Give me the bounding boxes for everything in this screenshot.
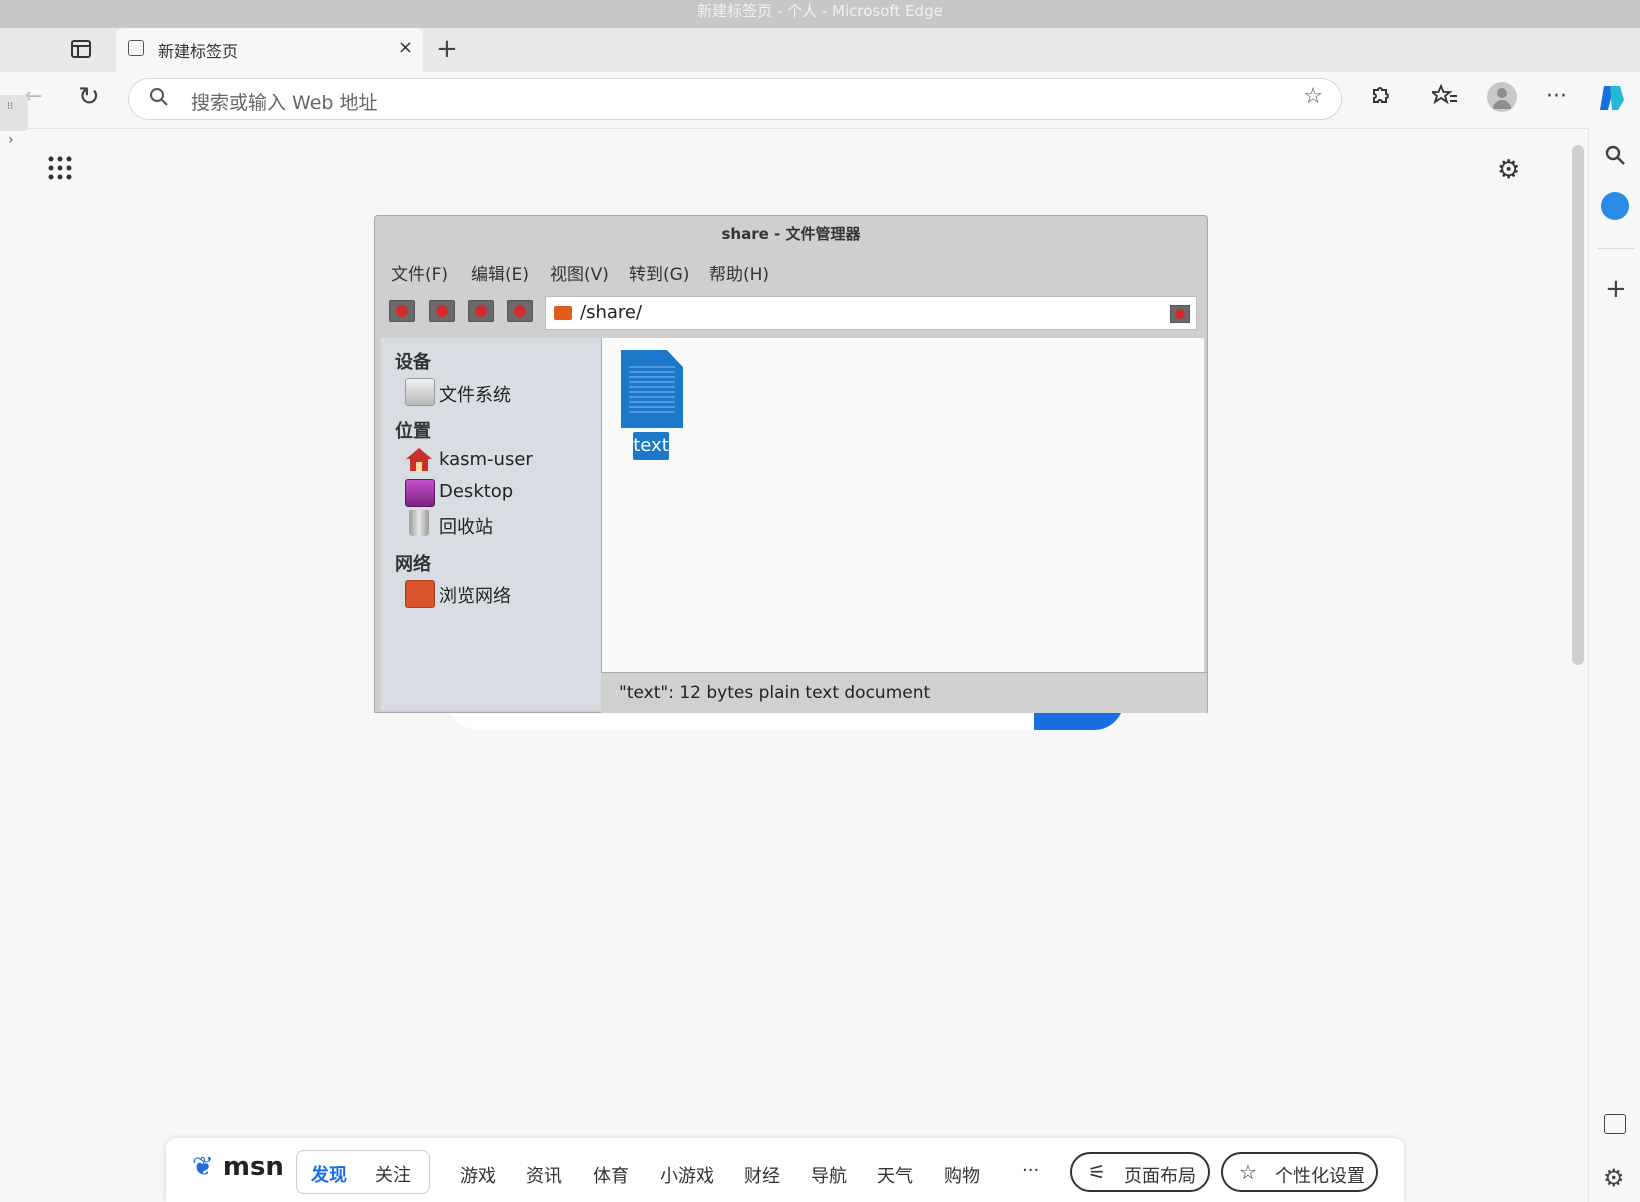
search-icon <box>149 86 169 113</box>
tab-actions-icon[interactable] <box>70 38 102 62</box>
sidebar-item-trash[interactable]: 回收站 <box>439 513 493 539</box>
menu-help[interactable]: 帮助(H) <box>709 260 769 285</box>
menu-view[interactable]: 视图(V) <box>550 260 609 285</box>
menu-edit[interactable]: 编辑(E) <box>471 260 529 285</box>
tab-favicon-icon <box>128 40 144 56</box>
nav-sports[interactable]: 体育 <box>593 1162 629 1188</box>
menu-file[interactable]: 文件(F) <box>391 260 448 285</box>
window-title: 新建标签页 - 个人 - Microsoft Edge <box>0 0 1640 28</box>
page-layout-label: 页面布局 <box>1124 1166 1196 1187</box>
path-text: /share/ <box>580 302 643 323</box>
nav-minigames[interactable]: 小游戏 <box>660 1162 714 1188</box>
drive-icon <box>405 378 435 406</box>
file-manager-window: share - 文件管理器 文件(F) 编辑(E) 视图(V) 转到(G) 帮助… <box>374 215 1208 713</box>
grip-icon: ⁝⁝ <box>7 101 14 112</box>
address-placeholder: 搜索或输入 Web 地址 <box>191 92 378 114</box>
nav-navigation[interactable]: 导航 <box>811 1162 847 1188</box>
path-clear-icon[interactable] <box>1170 305 1190 323</box>
file-manager-title: share - 文件管理器 <box>721 225 861 243</box>
favorite-star-icon[interactable]: ☆ <box>1303 84 1323 109</box>
personalize-button[interactable]: ☆ 个性化设置 <box>1221 1152 1378 1192</box>
network-icon <box>405 580 435 608</box>
menu-go[interactable]: 转到(G) <box>629 260 689 285</box>
home-icon <box>405 446 433 472</box>
sidebar-screenshot-icon[interactable] <box>1604 1114 1626 1134</box>
sidebar-heading-network: 网络 <box>395 554 431 575</box>
sidebar-item-desktop[interactable]: Desktop <box>439 481 513 502</box>
desktop-icon <box>405 479 435 507</box>
path-field[interactable]: /share/ <box>545 296 1197 330</box>
address-bar[interactable]: 搜索或输入 Web 地址 ☆ <box>128 78 1342 120</box>
forward-nav-button[interactable] <box>429 300 455 322</box>
scrollbar-thumb[interactable] <box>1572 145 1584 665</box>
personalize-label: 个性化设置 <box>1275 1166 1365 1187</box>
msn-butterfly-icon: ❦ <box>192 1152 214 1182</box>
tab-new-tab[interactable]: 新建标签页 × <box>116 28 423 72</box>
trash-icon <box>409 510 429 536</box>
msn-logo[interactable]: ❦ msn <box>192 1152 284 1182</box>
status-bar: "text": 12 bytes plain text document <box>601 672 1207 713</box>
sidebar-add-icon[interactable]: + <box>1605 274 1627 304</box>
expand-chevron-icon[interactable]: › <box>8 132 14 148</box>
nav-shopping[interactable]: 购物 <box>944 1162 980 1188</box>
extensions-icon[interactable] <box>1368 84 1392 112</box>
page-layout-button[interactable]: ⚟ 页面布局 <box>1070 1152 1210 1192</box>
feed-tab-group: 发现 关注 <box>296 1150 430 1194</box>
left-collapsed-panel[interactable]: ⁝⁝ <box>0 95 28 131</box>
tab-title: 新建标签页 <box>158 42 239 61</box>
feed-tab-discover[interactable]: 发现 <box>311 1161 347 1187</box>
sidebar-heading-devices: 设备 <box>395 352 431 373</box>
new-tab-button[interactable]: + <box>436 34 458 64</box>
sidebar-item-browse-network[interactable]: 浏览网络 <box>439 582 511 608</box>
file-view-area[interactable] <box>601 338 1204 672</box>
up-nav-button[interactable] <box>468 300 494 322</box>
sidebar-divider <box>1598 248 1634 249</box>
sliders-icon: ⚟ <box>1088 1160 1106 1184</box>
feed-tab-following[interactable]: 关注 <box>375 1161 411 1187</box>
nav-news[interactable]: 资讯 <box>526 1162 562 1188</box>
text-file-icon[interactable] <box>621 350 683 428</box>
status-text: "text": 12 bytes plain text document <box>619 683 931 703</box>
sidebar-heading-places: 位置 <box>395 421 431 442</box>
tab-close-icon[interactable]: × <box>398 37 413 58</box>
apps-grid-icon[interactable] <box>48 156 72 184</box>
sidebar-search-icon[interactable] <box>1604 144 1626 170</box>
nav-games[interactable]: 游戏 <box>460 1162 496 1188</box>
file-manager-sidebar: 设备 文件系统 位置 kasm-user Desktop 回收站 网络 浏览网络 <box>381 338 601 710</box>
file-name-label[interactable]: text <box>633 432 669 460</box>
back-nav-button[interactable] <box>389 300 415 322</box>
profile-avatar[interactable] <box>1487 82 1517 112</box>
folder-icon <box>554 306 572 320</box>
copilot-icon[interactable] <box>1596 82 1628 114</box>
nav-more-icon[interactable]: ··· <box>1022 1160 1039 1181</box>
nav-weather[interactable]: 天气 <box>877 1162 913 1188</box>
page-settings-icon[interactable]: ⚙ <box>1497 155 1520 185</box>
sidebar-settings-icon[interactable]: ⚙ <box>1603 1164 1625 1192</box>
sidebar-discover-icon[interactable] <box>1601 192 1629 220</box>
nav-finance[interactable]: 财经 <box>744 1162 780 1188</box>
home-nav-button[interactable] <box>507 300 533 322</box>
more-options-icon[interactable]: ··· <box>1546 84 1567 109</box>
file-manager-menubar: 文件(F) 编辑(E) 视图(V) 转到(G) 帮助(H) <box>375 252 1207 288</box>
favorites-icon[interactable] <box>1429 83 1458 112</box>
msn-feed-bar: ❦ msn 发现 关注 游戏 资讯 体育 小游戏 财经 导航 天气 购物 ···… <box>166 1138 1404 1202</box>
star-edit-icon: ☆ <box>1239 1160 1257 1184</box>
msn-logo-text: msn <box>222 1152 284 1182</box>
refresh-icon[interactable]: ↻ <box>78 82 100 112</box>
sidebar-item-filesystem[interactable]: 文件系统 <box>439 381 511 407</box>
sidebar-item-kasm-user[interactable]: kasm-user <box>439 449 533 470</box>
